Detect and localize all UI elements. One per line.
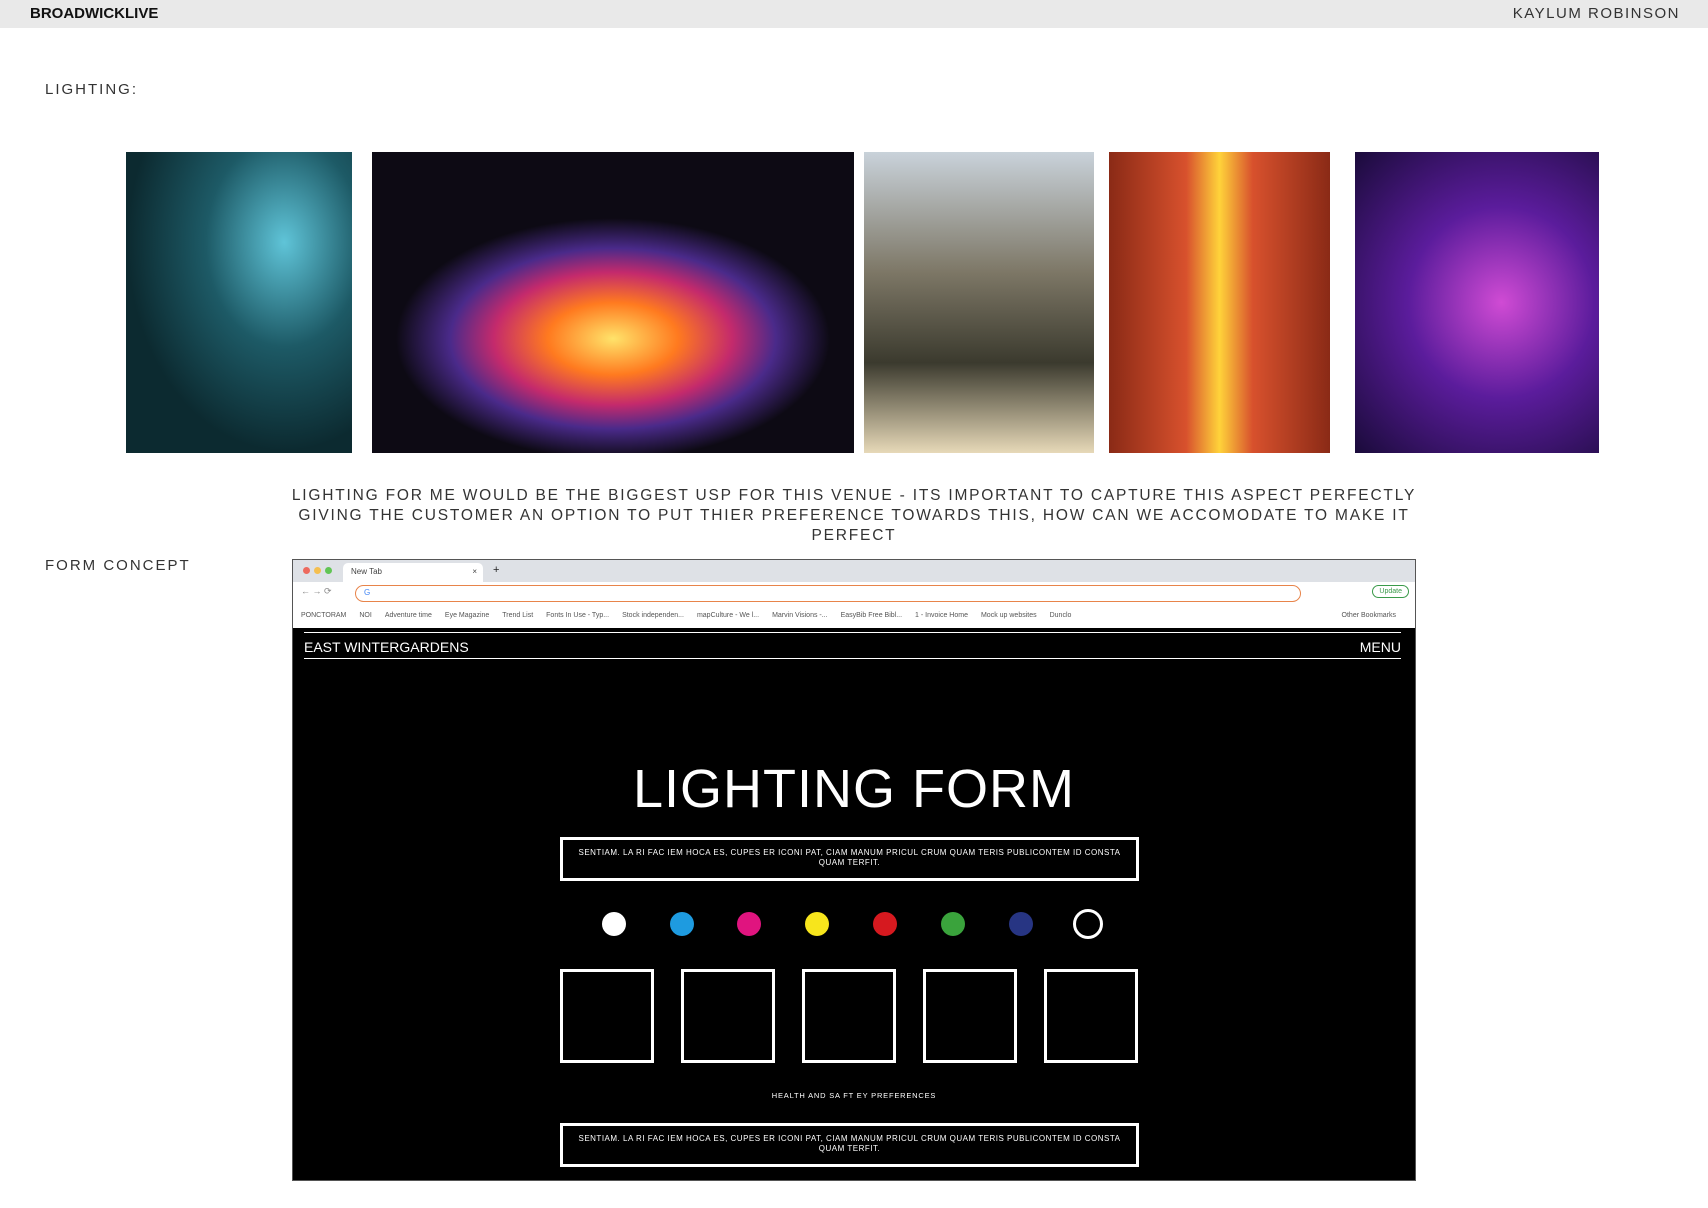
bookmark[interactable]: Eye Magazine (445, 612, 489, 619)
maximize-dot-icon[interactable] (325, 567, 332, 574)
health-safety-label: HEALTH AND SA FT EY PREFERENCES (771, 1091, 937, 1100)
bookmark[interactable]: 1 - Invoice Home (915, 612, 968, 619)
color-option-yellow[interactable] (805, 912, 829, 936)
brand: BROADWICKLIVE (30, 5, 159, 22)
image-long-table (1109, 152, 1330, 453)
bookmarks-bar: PONCTORAM NOI Adventure time Eye Magazine Tr… (293, 606, 1415, 628)
site-name-link[interactable]: EAST WINTERGARDENS (304, 639, 469, 655)
author: KAYLUM ROBINSON (1512, 5, 1680, 22)
bookmark[interactable]: mapCulture - We l... (697, 612, 759, 619)
bookmark[interactable]: Dunclo (1050, 612, 1072, 619)
color-option-pink[interactable] (737, 912, 761, 936)
color-option-navy[interactable] (1009, 912, 1033, 936)
browser-mockup: New Tab × + ← → ⟳ G Update PONCTORAM NOI Ad… (292, 559, 1416, 1181)
url-input[interactable]: G (355, 585, 1301, 602)
option-square[interactable] (923, 969, 1017, 1063)
info-box: SENTIAM. LA RI FAC IEM HOCA ES, CUPES ER… (560, 837, 1139, 881)
close-tab-icon[interactable]: × (472, 567, 477, 576)
image-aurora-light (372, 152, 854, 453)
option-square[interactable] (681, 969, 775, 1063)
minimize-dot-icon[interactable] (314, 567, 321, 574)
lighting-description: LIGHTING FOR ME WOULD BE THE BIGGEST USP… (291, 487, 1417, 544)
new-tab-icon[interactable]: + (493, 564, 499, 576)
color-option-blue[interactable] (670, 912, 694, 936)
tab-title: New Tab (351, 567, 382, 576)
image-tent-candles (864, 152, 1094, 453)
bookmark[interactable]: EasyBib Free Bibl... (841, 612, 902, 619)
browser-tab[interactable]: New Tab × (343, 563, 483, 582)
color-option-white[interactable] (602, 912, 626, 936)
bookmark[interactable]: Adventure time (385, 612, 432, 619)
menu-button[interactable]: MENU (1360, 639, 1401, 655)
color-option-green[interactable] (941, 912, 965, 936)
bookmark[interactable]: Mock up websites (981, 612, 1037, 619)
bookmark[interactable]: Trend List (502, 612, 533, 619)
browser-chrome: New Tab × + ← → ⟳ G Update PONCTORAM NOI Ad… (293, 560, 1415, 628)
top-bar: BROADWICKLIVE KAYLUM ROBINSON (0, 0, 1708, 28)
lighting-heading: LIGHTING: (45, 81, 139, 98)
health-safety-box[interactable]: SENTIAM. LA RI FAC IEM HOCA ES, CUPES ER… (560, 1123, 1139, 1167)
bookmark[interactable]: PONCTORAM (301, 612, 346, 619)
form-concept-heading: FORM CONCEPT (45, 557, 191, 574)
other-bookmarks[interactable]: Other Bookmarks (1342, 612, 1396, 619)
color-option-red[interactable] (873, 912, 897, 936)
site-nav: EAST WINTERGARDENS MENU (304, 632, 1401, 659)
image-blue-smoke (126, 152, 352, 453)
address-bar-row: ← → ⟳ G Update (293, 582, 1415, 606)
update-button[interactable]: Update (1372, 585, 1409, 598)
close-dot-icon[interactable] (303, 567, 310, 574)
option-square[interactable] (560, 969, 654, 1063)
image-neon-venue (1355, 152, 1599, 453)
color-option-custom[interactable] (1073, 909, 1103, 939)
form-title: LIGHTING FORM (633, 759, 1075, 819)
option-square[interactable] (802, 969, 896, 1063)
option-square[interactable] (1044, 969, 1138, 1063)
bookmark[interactable]: Marvin Visions -... (772, 612, 828, 619)
bookmark[interactable]: Stock independen... (622, 612, 684, 619)
bookmark[interactable]: Fonts In Use - Typ... (546, 612, 609, 619)
nav-arrows-icon[interactable]: ← → ⟳ (301, 586, 332, 597)
bookmark[interactable]: NOI (359, 612, 371, 619)
